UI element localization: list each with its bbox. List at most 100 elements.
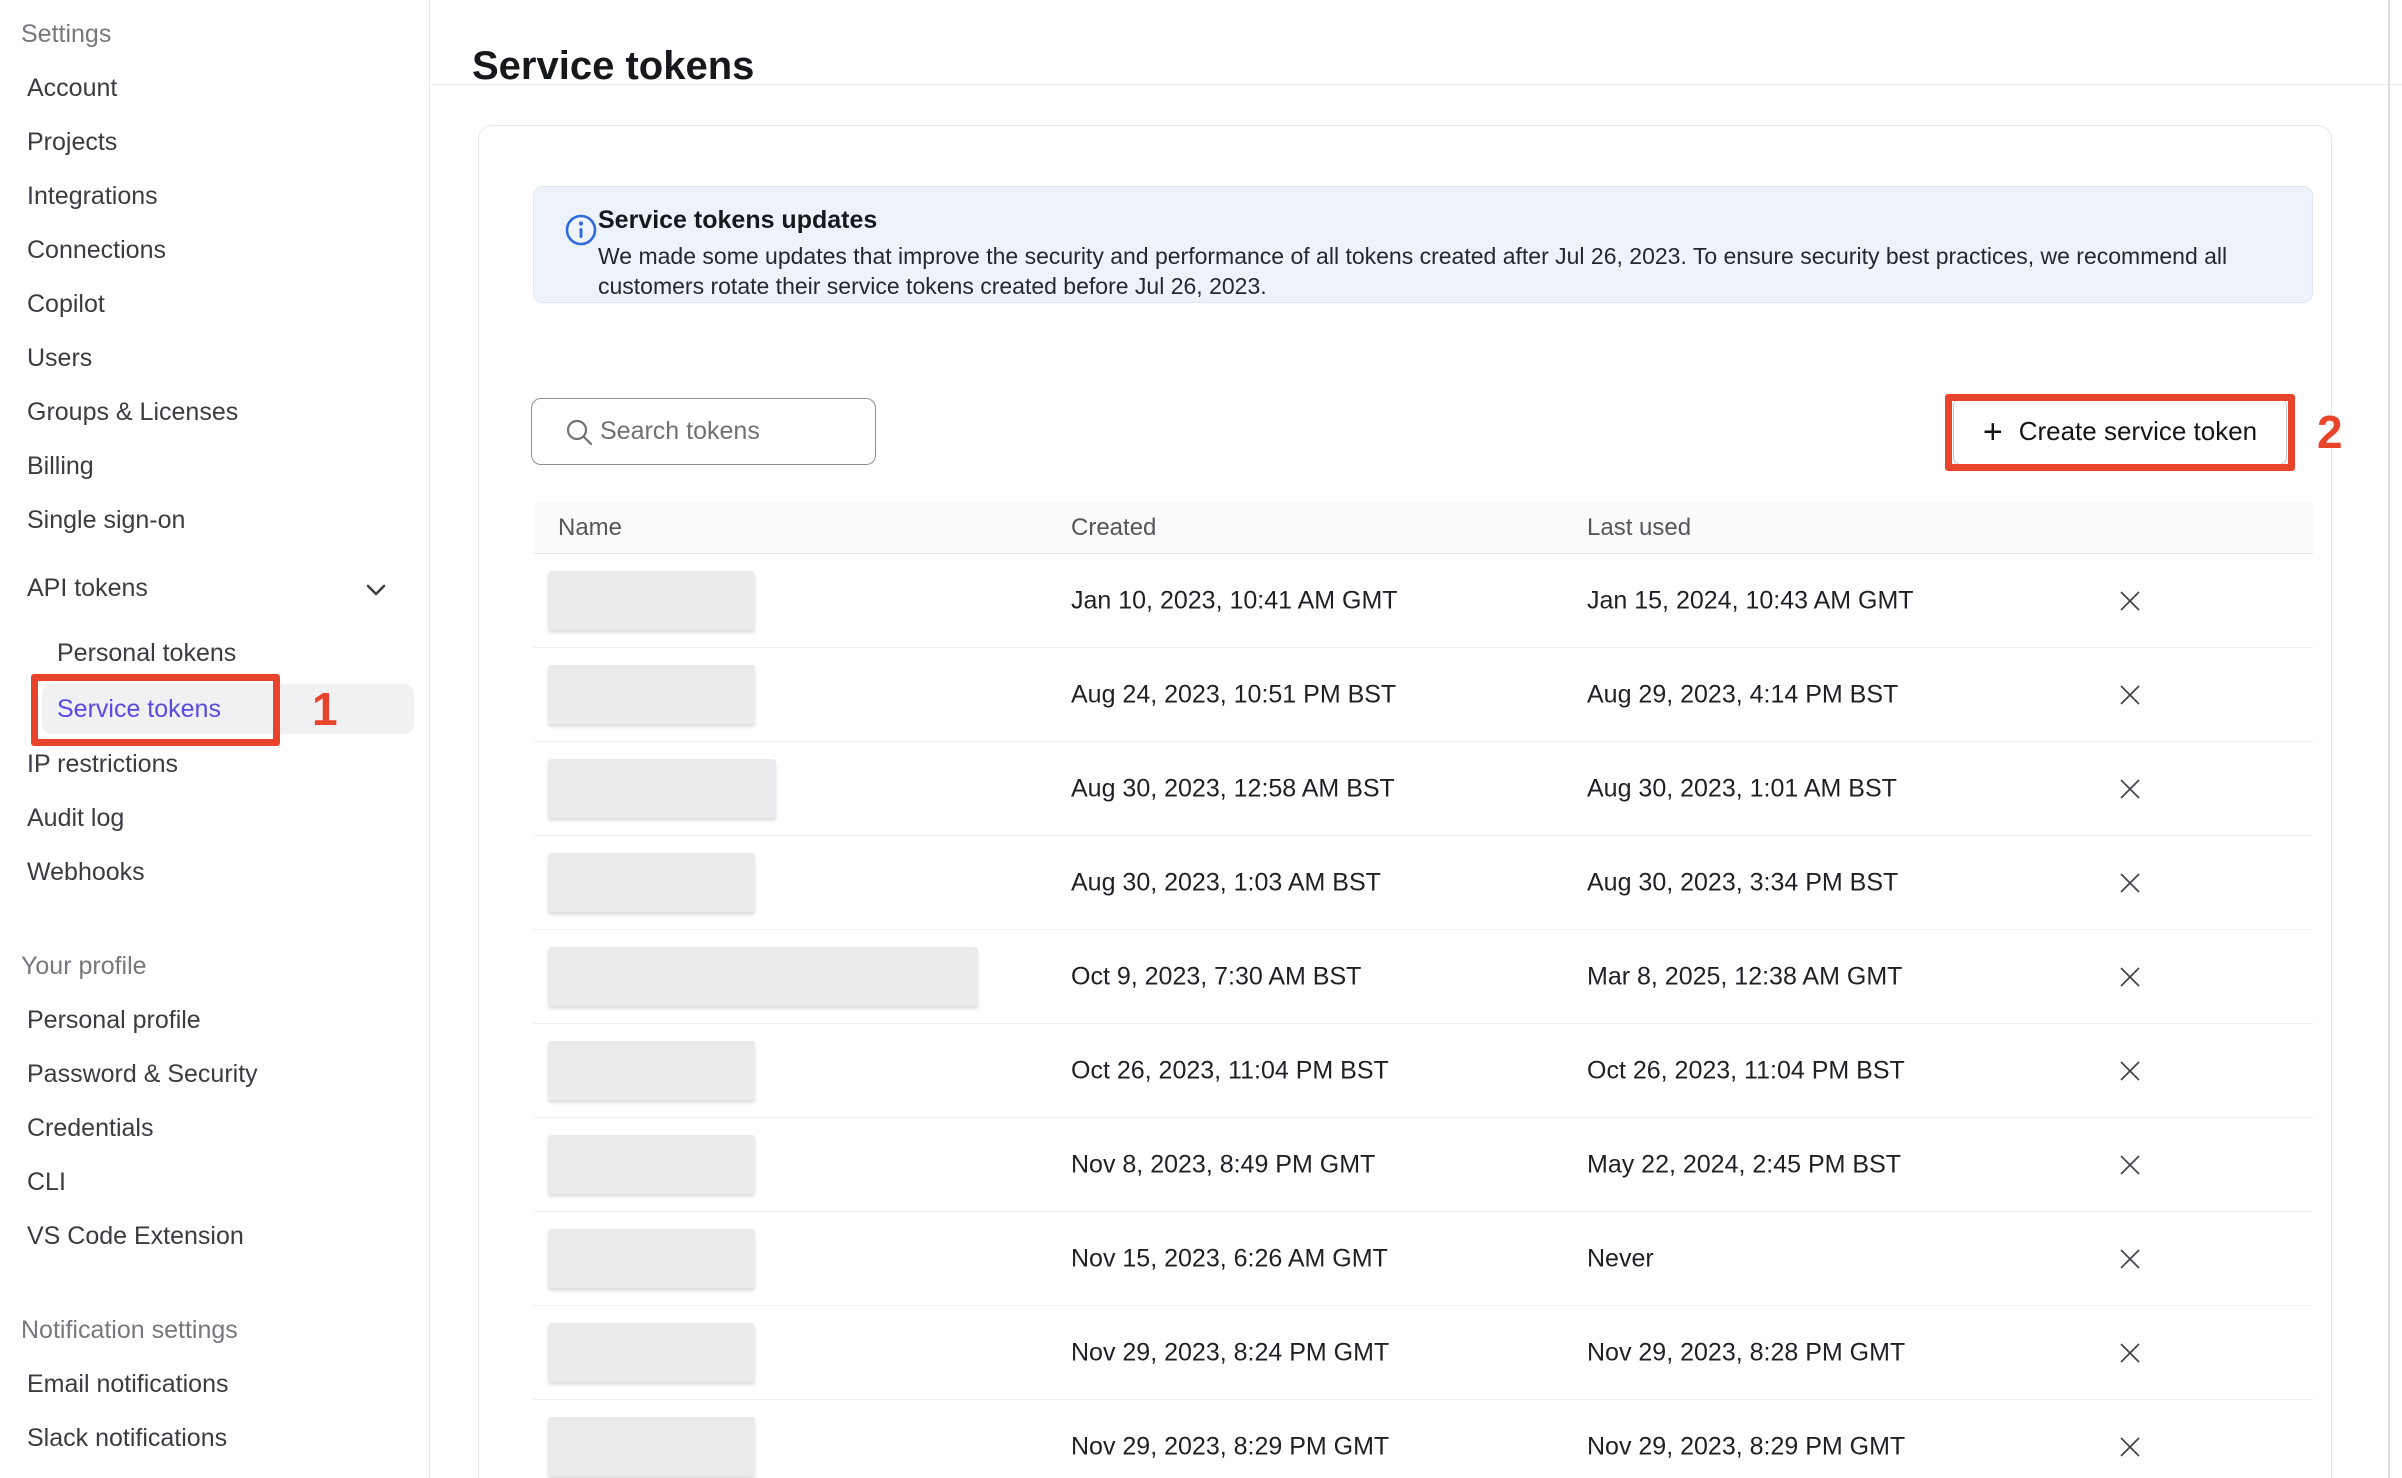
close-icon <box>2117 1152 2143 1178</box>
create-button-label: Create service token <box>2019 416 2257 447</box>
token-name-placeholder <box>548 947 978 1006</box>
sidebar-item-api-tokens[interactable]: API tokens <box>0 561 429 615</box>
token-name-placeholder <box>548 759 776 818</box>
token-name-placeholder <box>548 1323 755 1382</box>
table-row: Oct 26, 2023, 11:04 PM BST Oct 26, 2023,… <box>533 1024 2313 1118</box>
close-icon <box>2117 870 2143 896</box>
info-banner-text: Service tokens updates We made some upda… <box>598 203 2286 301</box>
sidebar-item-label: Webhooks <box>27 858 145 887</box>
delete-token-button[interactable] <box>2109 862 2151 904</box>
sidebar-item-label: API tokens <box>27 574 148 603</box>
table-row: Nov 8, 2023, 8:49 PM GMT May 22, 2024, 2… <box>533 1118 2313 1212</box>
delete-token-button[interactable] <box>2109 674 2151 716</box>
column-header-created: Created <box>1071 514 1156 542</box>
sidebar-item-groups-licenses[interactable]: Groups & Licenses <box>0 385 429 439</box>
sidebar-item-projects[interactable]: Projects <box>0 115 429 169</box>
table-row: Aug 30, 2023, 1:03 AM BST Aug 30, 2023, … <box>533 836 2313 930</box>
chevron-down-icon <box>363 577 389 610</box>
sidebar-item-label: Slack notifications <box>27 1424 227 1453</box>
column-header-name: Name <box>558 514 622 542</box>
last-used-cell: Aug 30, 2023, 1:01 AM BST <box>1587 774 1897 803</box>
close-icon <box>2117 964 2143 990</box>
delete-token-button[interactable] <box>2109 1332 2151 1374</box>
sidebar-item-label: Groups & Licenses <box>27 398 238 427</box>
sidebar-item-ip-restrictions[interactable]: IP restrictions <box>0 737 429 791</box>
token-name-placeholder <box>548 853 755 912</box>
page-right-edge <box>2388 0 2390 1478</box>
token-table-body: Jan 10, 2023, 10:41 AM GMT Jan 15, 2024,… <box>533 554 2313 1478</box>
sidebar-item-webhooks[interactable]: Webhooks <box>0 845 429 899</box>
created-cell: Oct 26, 2023, 11:04 PM BST <box>1071 1056 1389 1085</box>
token-name-placeholder <box>548 1417 755 1476</box>
last-used-cell: Aug 29, 2023, 4:14 PM BST <box>1587 680 1898 709</box>
sidebar-item-label: VS Code Extension <box>27 1222 244 1251</box>
sidebar-item-email-notifications[interactable]: Email notifications <box>0 1357 429 1411</box>
sidebar-item-label: Billing <box>27 452 94 481</box>
sidebar-item-label: Integrations <box>27 182 158 211</box>
token-name-placeholder <box>548 1135 755 1194</box>
created-cell: Aug 30, 2023, 1:03 AM BST <box>1071 868 1381 897</box>
sidebar-item-label: Connections <box>27 236 166 265</box>
last-used-cell: Nov 29, 2023, 8:28 PM GMT <box>1587 1338 1905 1367</box>
column-header-last-used: Last used <box>1587 514 1691 542</box>
sidebar-item-audit-log[interactable]: Audit log <box>0 791 429 845</box>
sidebar-item-account[interactable]: Account <box>0 61 429 115</box>
search-input[interactable] <box>598 416 857 447</box>
sidebar-item-billing[interactable]: Billing <box>0 439 429 493</box>
sidebar-item-label: Personal tokens <box>57 639 236 668</box>
sidebar-item-label: Password & Security <box>27 1060 258 1089</box>
sidebar-item-label: Service tokens <box>57 695 221 724</box>
sidebar-item-integrations[interactable]: Integrations <box>0 169 429 223</box>
created-cell: Nov 29, 2023, 8:24 PM GMT <box>1071 1338 1389 1367</box>
service-tokens-card: Service tokens updates We made some upda… <box>478 125 2332 1478</box>
created-cell: Aug 24, 2023, 10:51 PM BST <box>1071 680 1396 709</box>
info-banner-title: Service tokens updates <box>598 203 2286 237</box>
table-row: Oct 9, 2023, 7:30 AM BST Mar 8, 2025, 12… <box>533 930 2313 1024</box>
sidebar-item-vs-code-extension[interactable]: VS Code Extension <box>0 1209 429 1263</box>
annotation-step-number-2: 2 <box>2317 407 2343 457</box>
create-service-token-button[interactable]: + Create service token <box>1953 398 2287 465</box>
settings-sidebar: Settings Account Projects Integrations C… <box>0 0 430 1478</box>
sidebar-item-connections[interactable]: Connections <box>0 223 429 277</box>
sidebar-item-single-sign-on[interactable]: Single sign-on <box>0 493 429 547</box>
delete-token-button[interactable] <box>2109 1144 2151 1186</box>
sidebar-item-label: Projects <box>27 128 117 157</box>
sidebar-item-label: Email notifications <box>27 1370 228 1399</box>
table-header: Name Created Last used <box>533 503 2313 554</box>
sidebar-item-slack-notifications[interactable]: Slack notifications <box>0 1411 429 1465</box>
delete-token-button[interactable] <box>2109 1050 2151 1092</box>
delete-token-button[interactable] <box>2109 580 2151 622</box>
plus-icon: + <box>1983 415 2003 449</box>
sidebar-item-cli[interactable]: CLI <box>0 1155 429 1209</box>
created-cell: Nov 29, 2023, 8:29 PM GMT <box>1071 1432 1389 1461</box>
created-cell: Oct 9, 2023, 7:30 AM BST <box>1071 962 1361 991</box>
delete-token-button[interactable] <box>2109 768 2151 810</box>
sidebar-item-users[interactable]: Users <box>0 331 429 385</box>
sidebar-item-credentials[interactable]: Credentials <box>0 1101 429 1155</box>
close-icon <box>2117 1246 2143 1272</box>
last-used-cell: Oct 26, 2023, 11:04 PM BST <box>1587 1056 1905 1085</box>
sidebar-item-label: Single sign-on <box>27 506 185 535</box>
sidebar-item-password-security[interactable]: Password & Security <box>0 1047 429 1101</box>
created-cell: Jan 10, 2023, 10:41 AM GMT <box>1071 586 1398 615</box>
close-icon <box>2117 1058 2143 1084</box>
sidebar-item-personal-profile[interactable]: Personal profile <box>0 993 429 1047</box>
search-tokens-box <box>531 398 876 465</box>
delete-token-button[interactable] <box>2109 1238 2151 1280</box>
sidebar-item-personal-tokens[interactable]: Personal tokens <box>0 625 429 681</box>
last-used-cell: Jan 15, 2024, 10:43 AM GMT <box>1587 586 1914 615</box>
last-used-cell: Mar 8, 2025, 12:38 AM GMT <box>1587 962 1902 991</box>
token-name-placeholder <box>548 1041 755 1100</box>
last-used-cell: Aug 30, 2023, 3:34 PM BST <box>1587 868 1898 897</box>
close-icon <box>2117 682 2143 708</box>
delete-token-button[interactable] <box>2109 1426 2151 1468</box>
annotation-step-number-1: 1 <box>312 684 338 734</box>
last-used-cell: Nov 29, 2023, 8:29 PM GMT <box>1587 1432 1905 1461</box>
sidebar-item-service-tokens[interactable]: Service tokens <box>0 681 429 737</box>
sidebar-item-copilot[interactable]: Copilot <box>0 277 429 331</box>
token-name-placeholder <box>548 571 755 630</box>
table-row: Aug 24, 2023, 10:51 PM BST Aug 29, 2023,… <box>533 648 2313 742</box>
service-tokens-page: Settings Account Projects Integrations C… <box>0 0 2402 1478</box>
last-used-cell: Never <box>1587 1244 1654 1273</box>
delete-token-button[interactable] <box>2109 956 2151 998</box>
